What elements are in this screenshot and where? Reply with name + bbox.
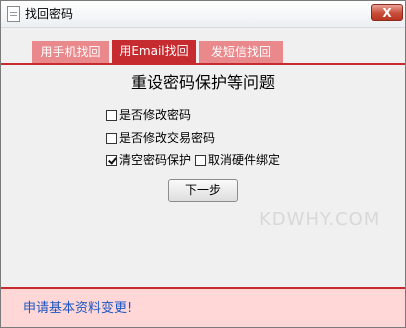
change-password-label[interactable]: 是否修改密码 [119,107,191,123]
password-recovery-window: 找回密码 X 用手机找回 用Email找回 发短信找回 重设密码保护等问题 是否… [0,0,406,328]
checkbox-row-protection-hardware: 清空密码保护 取消硬件绑定 [106,152,280,168]
document-icon [7,6,20,22]
tab-phone-recovery[interactable]: 用手机找回 [32,41,109,63]
close-button[interactable]: X [371,4,403,21]
watermark: KDWHY.COM [259,209,381,230]
page-heading: 重设密码保护等问题 [130,73,275,92]
window-title: 找回密码 [25,7,74,21]
change-password-checkbox[interactable] [106,109,117,121]
checkbox-row-change-trade-password[interactable]: 是否修改交易密码 [106,130,215,146]
unbind-hardware-checkbox[interactable] [195,154,207,166]
clear-protection-label[interactable]: 清空密码保护 [119,152,191,168]
footer-bar: 申请基本资料变更! [1,287,405,327]
clear-protection-checkbox[interactable] [106,154,117,166]
next-step-button[interactable]: 下一步 [168,179,238,202]
change-trade-password-checkbox[interactable] [106,132,117,144]
checkbox-row-change-password[interactable]: 是否修改密码 [106,107,191,123]
recovery-method-tabs: 用手机找回 用Email找回 发短信找回 [1,40,405,65]
request-profile-change-link[interactable]: 申请基本资料变更! [23,301,132,317]
tab-sms-recovery[interactable]: 发短信找回 [199,41,283,63]
change-trade-password-label[interactable]: 是否修改交易密码 [119,130,215,146]
tab-email-recovery[interactable]: 用Email找回 [112,40,196,63]
unbind-hardware-label[interactable]: 取消硬件绑定 [208,152,280,168]
close-icon: X [382,6,392,20]
title-bar[interactable]: 找回密码 X [1,1,405,28]
tab-divider [1,63,405,65]
